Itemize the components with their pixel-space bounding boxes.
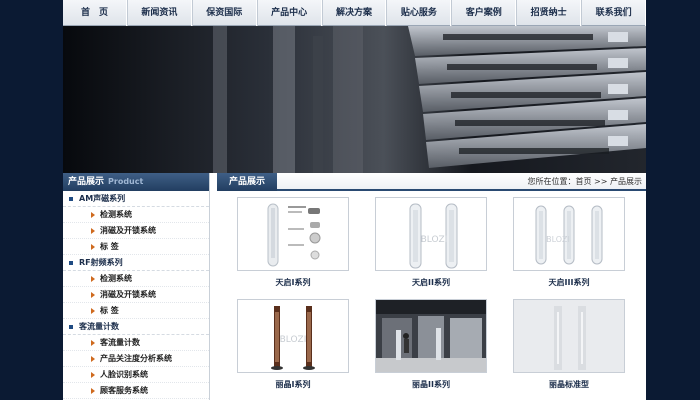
top-nav: 首 页 新闻资讯 保资国际 产品中心 解决方案 贴心服务 客户案例 招贤纳士 联… bbox=[63, 0, 647, 26]
product-name[interactable]: 天启I系列 bbox=[237, 277, 349, 288]
square-bullet-icon bbox=[69, 261, 73, 265]
category-label: 客流量计数 bbox=[79, 322, 119, 331]
breadcrumb-current: 产品展示 bbox=[610, 177, 642, 186]
arrow-right-icon bbox=[91, 212, 95, 218]
sidebar-item-customer-service[interactable]: 顾客服务系统 bbox=[63, 383, 209, 399]
nav-jobs[interactable]: 招贤纳士 bbox=[516, 0, 582, 26]
sidebar-item-traffic-count[interactable]: 客流量计数 bbox=[63, 335, 209, 351]
main-title: 产品展示 bbox=[217, 173, 278, 191]
arrow-right-icon bbox=[91, 244, 95, 250]
product-watermark: BLOZI bbox=[546, 235, 570, 244]
item-label: 标 签 bbox=[100, 242, 119, 251]
product-image-lijing-2[interactable] bbox=[375, 299, 487, 373]
product-name[interactable]: 天启III系列 bbox=[513, 277, 625, 288]
sidebar-category-rf[interactable]: RF射频系列 bbox=[63, 255, 209, 271]
product-card: 丽晶标准型 bbox=[513, 299, 625, 390]
server-rack-illustration bbox=[63, 26, 646, 173]
arrow-right-icon bbox=[91, 308, 95, 314]
square-bullet-icon bbox=[69, 197, 73, 201]
item-label: 顾客服务系统 bbox=[100, 386, 148, 395]
banner-image bbox=[63, 26, 646, 173]
sidebar: 产品展示 Product AM声磁系列 检测系统 消磁及开锁系统 标 签 RF射频… bbox=[63, 173, 210, 400]
product-card: BLOZI 丽晶I系列 bbox=[237, 299, 349, 390]
sidebar-title: 产品展示 Product bbox=[63, 173, 209, 191]
arrow-right-icon bbox=[91, 356, 95, 362]
arrow-right-icon bbox=[91, 372, 95, 378]
square-bullet-icon bbox=[69, 325, 73, 329]
page-wrapper: 首 页 新闻资讯 保资国际 产品中心 解决方案 贴心服务 客户案例 招贤纳士 联… bbox=[63, 0, 647, 400]
product-name[interactable]: 天启II系列 bbox=[375, 277, 487, 288]
sidebar-title-en: Product bbox=[108, 177, 144, 186]
nav-contact[interactable]: 联系我们 bbox=[581, 0, 647, 26]
sidebar-item-attention-analysis[interactable]: 产品关注度分析系统 bbox=[63, 351, 209, 367]
nav-cases[interactable]: 客户案例 bbox=[451, 0, 517, 26]
item-label: 标 签 bbox=[100, 306, 119, 315]
sidebar-title-text: 产品展示 bbox=[68, 177, 105, 187]
breadcrumb: 您所在位置：首页 >> 产品展示 bbox=[528, 173, 643, 191]
arrow-right-icon bbox=[91, 292, 95, 298]
product-card: 丽晶II系列 bbox=[375, 299, 487, 390]
sidebar-item-am-tags[interactable]: 标 签 bbox=[63, 239, 209, 255]
nav-news[interactable]: 新闻资讯 bbox=[126, 0, 192, 26]
nav-products[interactable]: 产品中心 bbox=[256, 0, 322, 26]
product-name[interactable]: 丽晶II系列 bbox=[375, 379, 487, 390]
category-label: RF射频系列 bbox=[79, 258, 123, 267]
product-name[interactable]: 丽晶标准型 bbox=[513, 379, 625, 390]
nav-home[interactable]: 首 页 bbox=[63, 0, 127, 26]
breadcrumb-prefix: 您所在位置： bbox=[527, 177, 576, 186]
product-thumbnail bbox=[376, 300, 486, 372]
arrow-right-icon bbox=[91, 340, 95, 346]
arrow-right-icon bbox=[91, 276, 95, 282]
product-image-tianqi-1[interactable] bbox=[237, 197, 349, 271]
item-label: 检测系统 bbox=[100, 274, 132, 283]
product-thumbnail: BLOZI bbox=[535, 205, 603, 265]
product-image-tianqi-3[interactable]: BLOZI bbox=[513, 197, 625, 271]
category-label: AM声磁系列 bbox=[79, 194, 126, 203]
product-watermark: BLOZI bbox=[421, 235, 448, 245]
sidebar-item-rf-tags[interactable]: 标 签 bbox=[63, 303, 209, 319]
breadcrumb-home-link[interactable]: 首页 bbox=[576, 177, 592, 186]
main-header: 产品展示 您所在位置：首页 >> 产品展示 bbox=[217, 173, 646, 191]
item-label: 产品关注度分析系统 bbox=[100, 354, 172, 363]
sidebar-category-traffic[interactable]: 客流量计数 bbox=[63, 319, 209, 335]
breadcrumb-separator: >> bbox=[591, 177, 610, 186]
arrow-right-icon bbox=[91, 388, 95, 394]
product-card: 天启I系列 bbox=[237, 197, 349, 288]
product-card: BLOZI 天启II系列 bbox=[375, 197, 487, 288]
sidebar-category-am[interactable]: AM声磁系列 bbox=[63, 191, 209, 207]
main-content: 产品展示 您所在位置：首页 >> 产品展示 天启I系列 BLOZI 天启II系列… bbox=[217, 173, 646, 400]
sidebar-item-face-recognition[interactable]: 人脸识别系统 bbox=[63, 367, 209, 383]
sidebar-item-rf-detection[interactable]: 检测系统 bbox=[63, 271, 209, 287]
item-label: 检测系统 bbox=[100, 210, 132, 219]
sidebar-item-am-detection[interactable]: 检测系统 bbox=[63, 207, 209, 223]
nav-about[interactable]: 保资国际 bbox=[191, 0, 257, 26]
product-thumbnail: BLOZI bbox=[409, 203, 458, 269]
item-label: 人脸识别系统 bbox=[100, 370, 148, 379]
product-image-tianqi-2[interactable]: BLOZI bbox=[375, 197, 487, 271]
nav-solutions[interactable]: 解决方案 bbox=[321, 0, 387, 26]
product-thumbnail bbox=[267, 203, 321, 267]
arrow-right-icon bbox=[91, 228, 95, 234]
product-image-lijing-standard[interactable] bbox=[513, 299, 625, 373]
product-name[interactable]: 丽晶I系列 bbox=[237, 379, 349, 390]
product-thumbnail: BLOZI bbox=[271, 306, 315, 370]
product-card: BLOZI 天启III系列 bbox=[513, 197, 625, 288]
sidebar-item-rf-deactivator[interactable]: 消磁及开锁系统 bbox=[63, 287, 209, 303]
nav-service[interactable]: 贴心服务 bbox=[386, 0, 452, 26]
item-label: 客流量计数 bbox=[100, 338, 140, 347]
item-label: 消磁及开锁系统 bbox=[100, 290, 156, 299]
product-image-lijing-1[interactable]: BLOZI bbox=[237, 299, 349, 373]
sidebar-item-am-deactivator[interactable]: 消磁及开锁系统 bbox=[63, 223, 209, 239]
item-label: 消磁及开锁系统 bbox=[100, 226, 156, 235]
product-watermark: BLOZI bbox=[280, 335, 307, 345]
product-thumbnail bbox=[514, 300, 624, 372]
